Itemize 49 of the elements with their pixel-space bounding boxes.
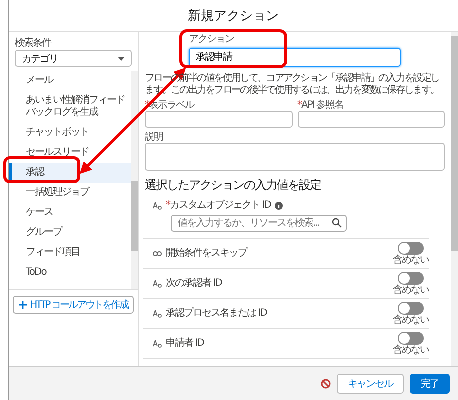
input-label: 申請者 ID xyxy=(166,338,204,350)
text-field[interactable] xyxy=(145,110,292,128)
input-label: *カスタムオブジェクト ID xyxy=(166,200,271,212)
cancel-button[interactable]: キャンセル xyxy=(337,374,404,394)
done-button[interactable]: 完了 xyxy=(410,374,450,394)
info-icon xyxy=(274,202,283,210)
category-select[interactable]: カテゴリ xyxy=(15,50,132,67)
category-item[interactable]: あいまい性解消フィードバックログを生成 xyxy=(9,91,131,123)
category-item[interactable]: メール xyxy=(9,71,131,91)
action-input[interactable]: 承認申請 xyxy=(189,48,401,66)
category-item[interactable]: セールスリード xyxy=(9,143,131,163)
toggle-switch[interactable] xyxy=(398,302,424,314)
category-item[interactable]: 一括処理ジョブ xyxy=(9,183,131,203)
toggle-caption: 含めない xyxy=(393,316,429,326)
section-heading: 選択したアクションの入力値を設定 xyxy=(145,176,322,194)
category-item[interactable]: グループ xyxy=(9,223,131,243)
scrollbar[interactable] xyxy=(451,32,458,366)
toggle-switch[interactable] xyxy=(398,272,424,284)
dialog-title: 新規アクション xyxy=(188,8,279,24)
text-type-icon xyxy=(153,310,162,318)
category-item[interactable]: チャットボット xyxy=(9,123,131,143)
category-item[interactable]: ToDo xyxy=(9,263,131,283)
action-label: アクション xyxy=(189,34,235,45)
field-label: *API 参照名 xyxy=(298,100,344,110)
filter-label: 検索条件 xyxy=(15,38,52,49)
plus-icon xyxy=(19,301,28,309)
toggle-caption: 含めない xyxy=(393,256,429,266)
scrollbar[interactable] xyxy=(131,71,138,289)
caret-down-icon xyxy=(118,56,125,60)
input-label: 次の承認者 ID xyxy=(166,278,222,290)
search-icon xyxy=(332,218,342,228)
input-label: 開始条件をスキップ xyxy=(166,248,247,260)
text-type-icon xyxy=(153,202,162,210)
error-icon xyxy=(321,378,331,388)
category-item[interactable]: フィード項目 xyxy=(9,243,131,263)
toggle-switch[interactable] xyxy=(398,332,424,344)
text-type-icon xyxy=(153,280,162,288)
toggle-switch[interactable] xyxy=(398,242,424,254)
link-icon xyxy=(153,250,162,256)
description-textarea[interactable] xyxy=(145,142,445,170)
toggle-caption: 含めない xyxy=(393,346,429,356)
create-http-callout-button[interactable]: HTTP コールアウトを作成 xyxy=(13,296,134,314)
category-item[interactable]: ケース xyxy=(9,203,131,223)
toggle-caption: 含めない xyxy=(393,286,429,296)
text-type-icon xyxy=(153,340,162,348)
notes-label: 説明 xyxy=(145,132,164,142)
resource-search-field[interactable]: 値を入力するか、リソースを検索... xyxy=(171,214,347,232)
input-label: 承認プロセス名または ID xyxy=(166,308,267,320)
text-field[interactable] xyxy=(298,110,445,128)
